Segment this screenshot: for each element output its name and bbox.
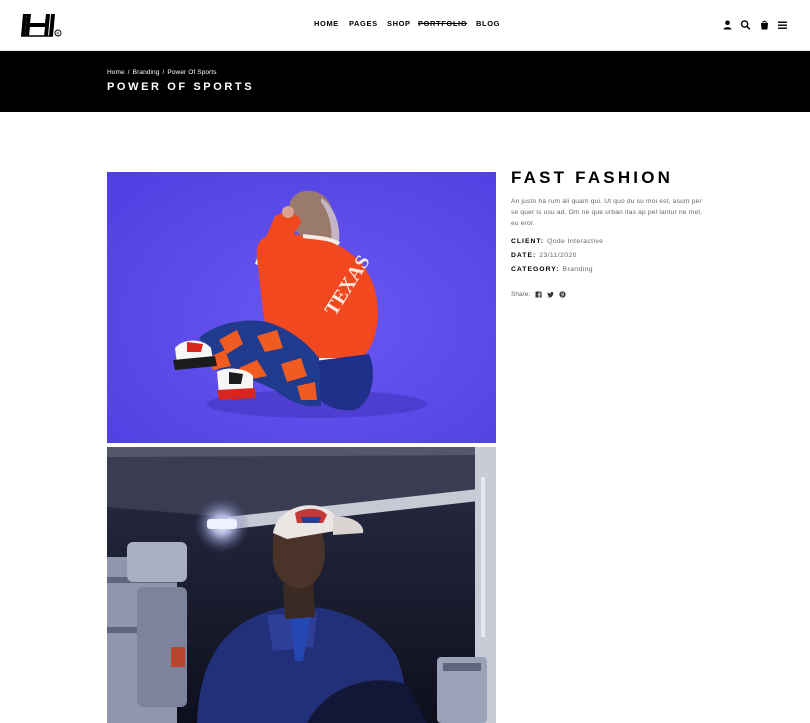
breadcrumb-current: Power Of Sports [167,69,217,76]
menu-icon[interactable] [777,18,788,30]
facebook-icon[interactable] [535,291,542,298]
share-label: Share: [511,291,531,298]
meta-client-value: Qode Interactive [547,238,604,245]
nav-item-portfolio[interactable]: Portfolio [418,19,467,28]
page-title: Power of Sports [107,81,255,93]
user-icon[interactable] [722,18,733,30]
nav-item-shop[interactable]: Shop [387,19,411,28]
nav-item-home[interactable]: Home [314,19,339,28]
site-header: R Home Pages Shop Portfolio Blog [0,0,810,51]
meta-category: Category: Branding [511,266,593,273]
main-nav: Home Pages Shop Portfolio Blog [0,0,810,51]
project-title: Fast Fashion [511,168,674,187]
breadcrumb-branding[interactable]: Branding [133,69,160,76]
twitter-icon[interactable] [547,291,554,298]
breadcrumb-home[interactable]: Home [107,69,125,76]
portfolio-image-orange-jacket[interactable]: TEXAS [107,172,496,443]
nav-item-blog[interactable]: Blog [476,19,500,28]
meta-category-label: Category: [511,266,560,273]
breadcrumb-separator: / [127,69,130,76]
meta-date-label: Date: [511,252,537,259]
share-row: Share: [511,291,566,298]
meta-client: Client: Qode Interactive [511,238,603,245]
cart-icon[interactable] [759,18,770,30]
meta-client-label: Client: [511,238,545,245]
search-icon[interactable] [740,18,751,30]
breadcrumb: Home / Branding / Power Of Sports [107,69,217,76]
pinterest-icon[interactable] [559,291,566,298]
meta-date: Date: 23/11/2020 [511,252,577,259]
project-description: An justo ha rum ali quam qui. Ut quo du … [511,198,703,228]
meta-category-value[interactable]: Branding [563,266,593,273]
meta-date-value: 23/11/2020 [539,252,577,259]
page-title-bar: Home / Branding / Power Of Sports Power of S… [0,51,810,112]
nav-item-pages[interactable]: Pages [349,19,378,28]
portfolio-image-cap-portrait[interactable] [107,447,496,723]
breadcrumb-separator: / [162,69,165,76]
